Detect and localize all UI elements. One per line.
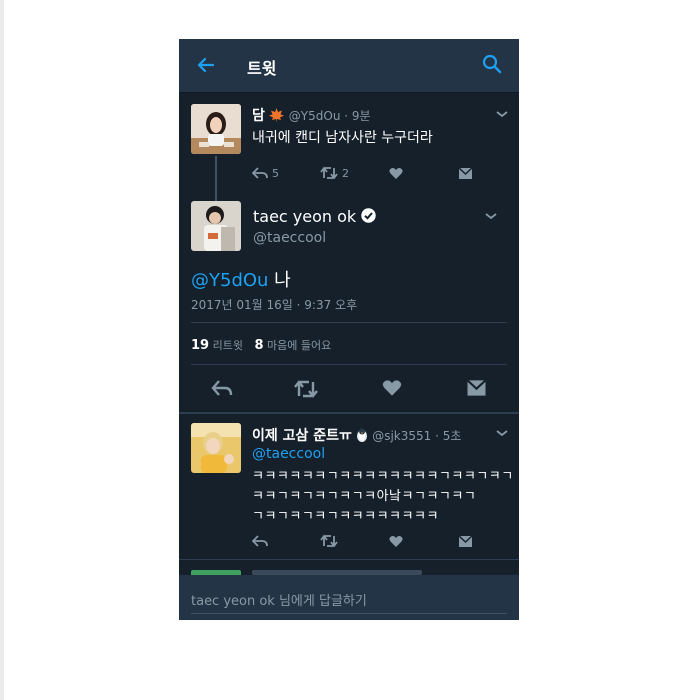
tweet-text-line: ㄱㅋㄱㅋㄱㅋㄱㅋㅋㅋㅋㅋㅋㅋㅋ [252, 509, 439, 524]
retweet-count: 2 [342, 166, 349, 180]
avatar-photo-icon [191, 104, 241, 154]
retweet-stat-label: 리트윗 [212, 339, 243, 352]
verified-badge-icon [361, 208, 376, 223]
avatar[interactable] [191, 423, 241, 473]
divider [191, 322, 507, 323]
tweet-header: 이제 고삼 준트ㅠ @sjk3551 · 5초 [252, 425, 461, 445]
penguin-emoji-icon [357, 428, 368, 442]
page-title: 트윗 [247, 59, 277, 78]
heart-icon[interactable] [382, 379, 402, 397]
like-stat-label: 마음에 들어요 [267, 339, 332, 352]
page-edge [0, 0, 4, 700]
verified-user-header: taec yeon ok [253, 207, 376, 226]
user-name[interactable]: 담 [252, 108, 265, 124]
like-stat-count: 8 [254, 338, 264, 353]
reply-action[interactable]: 5 [252, 166, 279, 180]
retweet-icon[interactable] [293, 379, 319, 399]
reply-composer[interactable]: taec yeon ok 님에게 답글하기 [179, 575, 519, 620]
direct-message-icon[interactable] [458, 167, 473, 180]
user-handle-time: @Y5dOu · 9분 [288, 109, 371, 123]
tweet-stats: 19 리트윗 8 마음에 들어요 [191, 337, 331, 353]
direct-message-icon[interactable] [458, 535, 473, 548]
user-handle-time: @sjk3551 · 5초 [372, 429, 462, 443]
user-name[interactable]: taec yeon ok [253, 207, 356, 226]
mention-link[interactable]: @taeccool [252, 446, 325, 462]
retweet-action[interactable]: 2 [320, 166, 349, 180]
tweet-text: 내귀에 캔디 남자사란 누구더라 [252, 130, 433, 146]
reply-placeholder[interactable]: taec yeon ok 님에게 답글하기 [191, 590, 367, 609]
direct-message-icon[interactable] [466, 379, 487, 397]
like-stat[interactable]: 8 마음에 들어요 [254, 338, 332, 353]
retweet-stat[interactable]: 19 리트윗 [191, 338, 246, 353]
user-name[interactable]: 이제 고삼 준트ㅠ [252, 428, 352, 444]
section-divider [179, 412, 519, 414]
reply-icon[interactable] [252, 534, 268, 548]
mention-link[interactable]: @Y5dOu [191, 270, 268, 291]
section-divider [179, 559, 519, 560]
reply-icon[interactable] [211, 378, 233, 398]
search-icon[interactable] [481, 53, 503, 75]
retweet-stat-count: 19 [191, 338, 210, 353]
tweet-timestamp: 2017년 01월 16일 · 9:37 오후 [191, 298, 358, 312]
chevron-down-icon[interactable] [495, 428, 509, 438]
back-arrow-icon[interactable] [195, 54, 217, 76]
heart-icon[interactable] [389, 167, 403, 180]
tweet-detail-screen: 트윗 담 @Y5dOu · 9분 내귀에 캔디 남자사란 누구더라 5 2 ta… [179, 39, 519, 620]
avatar-photo-icon [191, 201, 241, 251]
tweet-text: ㅋㅋㅋㅋㅋㅋㄱㅋㅋㅋㅋㅋㅋㅋㅋㄱㅋㅋㄱㅋㄱ ㅋㅋㄱㅋㄱㅋㄱㅋㄱㅋ아낰ㅋㄱㅋㄱㅋㄱ… [252, 467, 514, 527]
divider [191, 364, 507, 365]
avatar[interactable] [191, 201, 241, 251]
tweet-text-line: ㅋㅋㄱㅋㄱㅋㄱㅋㄱㅋ아낰ㅋㄱㅋㄱㅋㄱ [252, 489, 477, 504]
thread-line [215, 156, 217, 202]
main-tweet-text: @Y5dOu 나 [191, 266, 291, 292]
input-underline [191, 613, 507, 614]
reply-icon [252, 167, 268, 179]
retweet-icon [320, 166, 338, 180]
user-handle: @taeccool [253, 230, 327, 246]
chevron-down-icon[interactable] [484, 211, 498, 221]
tweet-text: 나 [268, 270, 291, 291]
tweet-text-line: ㅋㅋㅋㅋㅋㅋㄱㅋㅋㅋㅋㅋㅋㅋㅋㄱㅋㅋㄱㅋㄱ [252, 469, 514, 484]
avatar[interactable] [191, 104, 241, 154]
chevron-down-icon[interactable] [495, 109, 509, 119]
maple-leaf-icon [269, 108, 285, 122]
tweet-header: 담 @Y5dOu · 9분 [252, 105, 371, 125]
heart-icon[interactable] [389, 535, 403, 548]
avatar-photo-icon [191, 423, 241, 473]
retweet-icon[interactable] [320, 534, 338, 548]
top-bar: 트윗 [179, 39, 519, 93]
reply-count: 5 [272, 166, 279, 180]
